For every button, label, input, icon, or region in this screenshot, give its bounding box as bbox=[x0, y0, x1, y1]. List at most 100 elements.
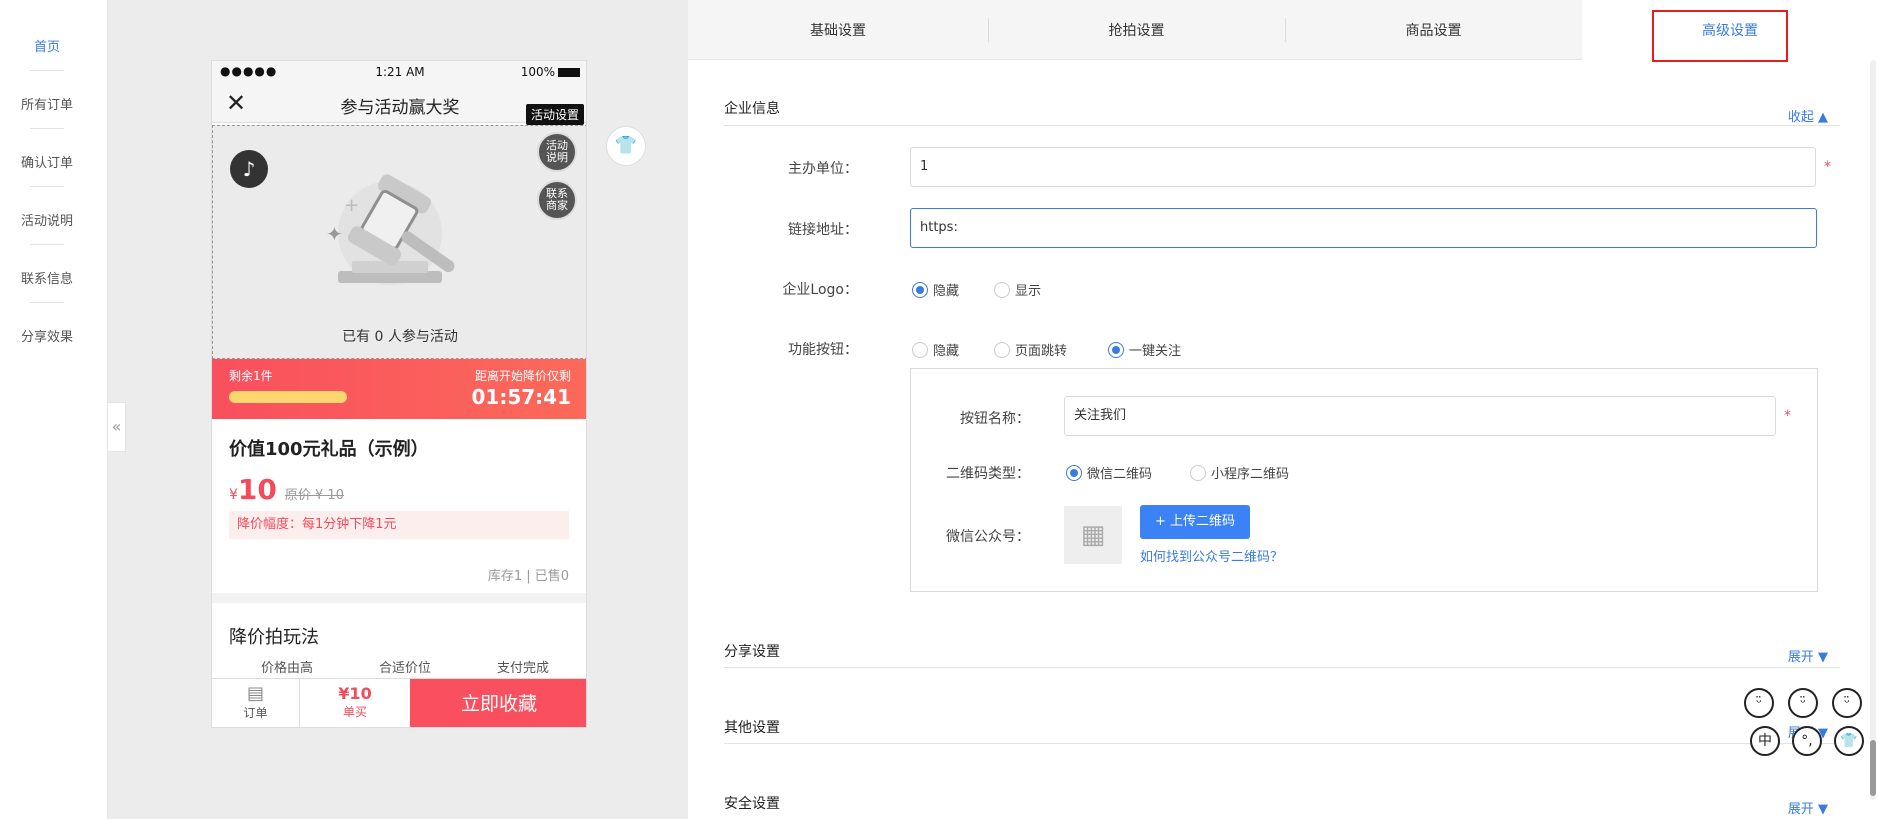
radio-unchecked-icon bbox=[994, 282, 1010, 298]
countdown-label: 距离开始降价仅剩 bbox=[474, 369, 571, 383]
radio-checked-icon bbox=[912, 282, 928, 298]
music-icon[interactable]: ♪ bbox=[230, 150, 268, 188]
buy-label: 单买 bbox=[342, 705, 367, 719]
original-price: 原价 ¥ 10 bbox=[284, 488, 344, 503]
orders-button[interactable]: ▤ 订单 bbox=[212, 679, 300, 727]
ime-skin-icon[interactable]: 👕 bbox=[1834, 726, 1864, 756]
contact-merchant-label: 联系 商家 bbox=[546, 187, 568, 212]
nav-item-all-orders[interactable]: 所有订单 bbox=[0, 94, 94, 113]
section-enterprise-info: 企业信息 收起 ▲ bbox=[724, 96, 1840, 126]
activity-banner[interactable]: ♪ 活动 说明 联系 商家 ✦ + 已有 0 人参与活动 bbox=[212, 125, 586, 359]
radio-checked-icon bbox=[1108, 342, 1124, 358]
find-qr-help-link[interactable]: 如何找到公众号二维码？ bbox=[1140, 546, 1283, 565]
nav-item-confirm-orders[interactable]: 确认订单 bbox=[0, 152, 94, 171]
section-security-settings: 安全设置 展开 ▼ bbox=[724, 792, 1840, 819]
orders-icon: ▤ bbox=[246, 683, 264, 704]
upload-qr-button[interactable]: + 上传二维码 bbox=[1140, 505, 1250, 539]
battery-indicator: 100% bbox=[521, 65, 580, 79]
required-mark: * bbox=[1824, 159, 1831, 175]
section-other-settings: 其他设置 展开 ▼ bbox=[724, 716, 1840, 744]
collapse-toggle[interactable]: 收起 ▲ bbox=[1788, 106, 1828, 125]
price-drop-info: 降价幅度：每1分钟下降1元 bbox=[229, 511, 569, 539]
countdown-timer: 01:57:41 bbox=[471, 385, 572, 409]
remaining-count: 剩余1件 bbox=[229, 369, 273, 383]
func-radio-one-click-follow[interactable]: 一键关注 bbox=[1108, 340, 1181, 359]
phone-status-bar: ●●●●● 1:21 AM 100% bbox=[212, 61, 586, 83]
logo-radio-show[interactable]: 显示 bbox=[994, 280, 1041, 299]
sticker-face-icon[interactable]: ᵕ̈ bbox=[1744, 688, 1774, 718]
ime-chinese-icon[interactable]: 中 bbox=[1750, 726, 1780, 756]
section-title: 安全设置 bbox=[724, 796, 780, 812]
gameplay-title: 降价拍玩法 bbox=[229, 627, 319, 648]
radio-label: 一键关注 bbox=[1129, 344, 1182, 359]
currency-symbol: ¥ bbox=[229, 487, 238, 503]
svg-text:✦: ✦ bbox=[326, 222, 343, 246]
nav-separator bbox=[30, 302, 64, 303]
host-input[interactable]: 1 bbox=[910, 147, 1816, 187]
left-nav: 首页 所有订单 确认订单 活动说明 联系信息 分享效果 bbox=[0, 0, 108, 819]
radio-label: 隐藏 bbox=[933, 284, 960, 299]
func-radio-page-jump[interactable]: 页面跳转 bbox=[994, 340, 1067, 359]
buy-single-button[interactable]: ¥10 单买 bbox=[300, 679, 410, 727]
phone-bottom-bar: ▤ 订单 ¥10 单买 立即收藏 bbox=[212, 678, 586, 727]
ime-punctuation-icon[interactable]: °, bbox=[1792, 726, 1822, 756]
nav-separator bbox=[30, 244, 64, 245]
qr-code-placeholder-icon: ▦ bbox=[1064, 506, 1122, 564]
sticker-face-icon[interactable]: ᵕ̈ bbox=[1788, 688, 1818, 718]
collapse-nav-button[interactable]: « bbox=[108, 402, 126, 452]
nav-item-activity-description[interactable]: 活动说明 bbox=[0, 210, 94, 229]
func-radio-hide[interactable]: 隐藏 bbox=[912, 340, 959, 359]
wechat-account-label: 微信公众号： bbox=[946, 529, 1030, 545]
phone-preview: ●●●●● 1:21 AM 100% ✕ 参与活动赢大奖 活动设置 ♪ 活动 说… bbox=[211, 60, 587, 728]
price-value: 10 bbox=[237, 473, 277, 506]
section-title: 企业信息 bbox=[724, 101, 780, 117]
nav-item-home[interactable]: 首页 bbox=[0, 36, 94, 55]
required-mark: * bbox=[1784, 408, 1791, 424]
button-name-label: 按钮名称： bbox=[960, 411, 1030, 427]
sticker-face-icon[interactable]: ᵕ̈ bbox=[1832, 688, 1862, 718]
countdown-bar: 剩余1件 距离开始降价仅剩 01:57:41 bbox=[212, 359, 586, 419]
nav-separator bbox=[30, 128, 64, 129]
tab-product-settings[interactable]: 商品设置 bbox=[1285, 0, 1582, 60]
tab-snap-settings[interactable]: 抢拍设置 bbox=[988, 0, 1285, 60]
radio-label: 小程序二维码 bbox=[1211, 467, 1290, 482]
participants-text: 已有 0 人参与活动 bbox=[342, 329, 458, 345]
gameplay-step: 价格由高 bbox=[261, 661, 314, 675]
contact-merchant-button[interactable]: 联系 商家 bbox=[537, 180, 577, 220]
favorite-now-button[interactable]: 立即收藏 bbox=[410, 679, 586, 727]
tab-highlight-box bbox=[1652, 10, 1788, 62]
qr-type-label: 二维码类型： bbox=[946, 466, 1030, 482]
nav-item-contact-info[interactable]: 联系信息 bbox=[0, 268, 94, 287]
svg-text:+: + bbox=[344, 195, 359, 216]
activity-description-button[interactable]: 活动 说明 bbox=[537, 132, 577, 172]
nav-separator bbox=[30, 70, 64, 71]
expand-toggle[interactable]: 展开 ▼ bbox=[1788, 646, 1828, 665]
stock-info: 库存1 | 已售0 bbox=[487, 569, 569, 584]
button-name-input[interactable]: 关注我们 bbox=[1064, 396, 1776, 436]
floating-ime-widget[interactable]: ᵕ̈ ᵕ̈ ᵕ̈ 中 °, 👕 bbox=[1740, 686, 1870, 758]
product-price: ¥10 原价 ¥ 10 bbox=[229, 473, 344, 506]
nav-item-share-effect[interactable]: 分享效果 bbox=[0, 326, 94, 345]
section-divider bbox=[212, 593, 586, 603]
radio-label: 页面跳转 bbox=[1015, 344, 1068, 359]
section-share-settings: 分享设置 展开 ▼ bbox=[724, 640, 1840, 668]
activity-description-label: 活动 说明 bbox=[546, 139, 568, 164]
radio-label: 显示 bbox=[1015, 284, 1042, 299]
radio-label: 隐藏 bbox=[933, 344, 960, 359]
theme-shirt-icon[interactable]: 👕 bbox=[606, 126, 646, 166]
tab-basic-settings[interactable]: 基础设置 bbox=[688, 0, 988, 60]
nav-separator bbox=[30, 186, 64, 187]
section-title: 其他设置 bbox=[724, 720, 780, 736]
qr-radio-miniprogram[interactable]: 小程序二维码 bbox=[1190, 463, 1289, 482]
orders-label: 订单 bbox=[243, 706, 268, 720]
scrollbar-track[interactable] bbox=[1870, 60, 1876, 800]
activity-settings-tag[interactable]: 活动设置 bbox=[525, 104, 584, 125]
logo-radio-hide[interactable]: 隐藏 bbox=[912, 280, 959, 299]
link-label: 链接地址： bbox=[788, 222, 858, 238]
expand-toggle[interactable]: 展开 ▼ bbox=[1788, 798, 1828, 817]
radio-unchecked-icon bbox=[1190, 465, 1206, 481]
host-label: 主办单位： bbox=[788, 161, 858, 177]
scrollbar-thumb[interactable] bbox=[1870, 740, 1876, 796]
qr-radio-wechat[interactable]: 微信二维码 bbox=[1066, 463, 1152, 482]
link-url-input[interactable]: https: bbox=[910, 208, 1817, 248]
